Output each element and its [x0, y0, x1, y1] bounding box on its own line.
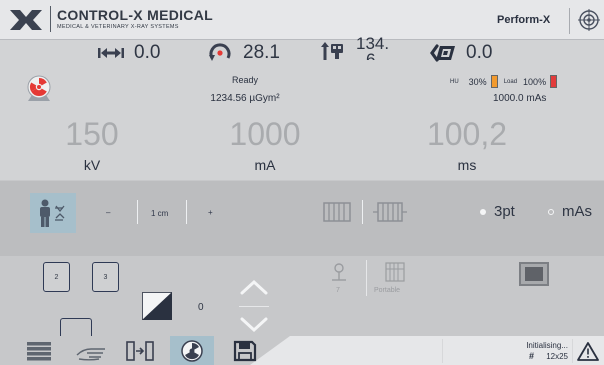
tilt-value: 0.0 — [466, 42, 493, 63]
grid-size: 12x25 — [546, 352, 568, 361]
status-separator — [442, 339, 443, 363]
mode-3pt-label: 3pt — [494, 203, 515, 220]
step-minus-button[interactable]: – — [106, 208, 110, 217]
tube-load-indicator: HU 30% Load 100% — [450, 75, 563, 88]
load-bar — [550, 75, 558, 88]
mode-mas-radio[interactable]: mAs — [548, 203, 592, 220]
ms-unit: ms — [457, 157, 477, 173]
width-arrows-icon — [96, 42, 126, 64]
kv-unit: kV — [83, 157, 101, 173]
move-to-detector-icon[interactable] — [124, 340, 156, 362]
step-plus-button[interactable]: + — [208, 208, 213, 217]
target-icon[interactable] — [578, 9, 600, 31]
menu-icon[interactable] — [24, 340, 54, 362]
ma-unit: mA — [254, 157, 276, 173]
kv-value[interactable]: 150 — [17, 116, 167, 153]
ready-status: Ready — [231, 75, 258, 85]
rotation-readout: 28.1 — [205, 42, 280, 64]
rotation-value: 28.1 — [243, 42, 280, 63]
header-separator — [569, 8, 570, 34]
patient-position-button[interactable] — [30, 193, 76, 233]
cassette-3-button[interactable]: 3 — [92, 262, 119, 292]
product-name: Perform-X — [497, 14, 551, 26]
height-readout — [318, 40, 348, 62]
portable-icon[interactable] — [382, 262, 408, 282]
hu-bar — [490, 75, 498, 88]
tilt-readout: 0.0 — [428, 42, 492, 64]
logo-mark-icon — [10, 10, 42, 30]
collimator-button[interactable] — [519, 262, 549, 286]
step-size[interactable]: 1 cm — [151, 209, 168, 218]
density-icon[interactable] — [142, 292, 172, 320]
detector-number: 7 — [336, 287, 340, 294]
grid-icon[interactable] — [323, 202, 351, 222]
tilt-icon — [428, 42, 458, 64]
cassette-2-button[interactable]: 2 — [43, 262, 70, 292]
patient-icon — [40, 199, 65, 227]
stepper-separator — [137, 200, 138, 224]
load-label: Load — [503, 78, 518, 85]
radio-unselected-dot — [548, 208, 554, 215]
grid-separator — [362, 200, 363, 224]
density-value: 0 — [198, 302, 204, 313]
brand-subtitle: MEDICAL & VETERINARY X-RAY SYSTEMS — [57, 24, 179, 30]
logo-separator — [50, 6, 51, 32]
ms-value[interactable]: 100,2 — [392, 116, 542, 153]
width-value: 0.0 — [134, 42, 161, 63]
grid-move-icon[interactable] — [372, 200, 408, 224]
portable-label: Portable — [374, 287, 401, 294]
cassette-bottom-button[interactable] — [60, 318, 92, 336]
chevron-up-icon[interactable] — [238, 278, 270, 298]
status-separator — [572, 339, 573, 363]
init-status: Initialising... — [526, 341, 568, 350]
stepper-separator — [186, 200, 187, 224]
warning-icon[interactable] — [577, 341, 599, 361]
save-icon[interactable] — [230, 340, 260, 362]
chevron-divider — [239, 306, 269, 307]
hu-label: HU — [450, 78, 459, 85]
chevron-down-icon[interactable] — [238, 314, 270, 334]
mas-total: 1000.0 mAs — [493, 93, 547, 104]
mode-3pt-radio[interactable]: 3pt — [480, 203, 515, 220]
ma-value[interactable]: 1000 — [190, 116, 340, 153]
hand-icon[interactable] — [74, 340, 110, 362]
mode-mas-label: mAs — [562, 203, 592, 220]
detector-separator — [366, 260, 367, 296]
hu-value: 30% — [468, 76, 487, 87]
width-readout: 0.0 — [96, 42, 160, 64]
header: CONTROL-X MEDICAL MEDICAL & VETERINARY X… — [0, 0, 604, 40]
radio-selected-dot — [480, 208, 486, 215]
load-value: 100% — [523, 76, 547, 87]
height-arrows-icon — [318, 40, 348, 62]
height-value-line2: 6 — [366, 50, 376, 60]
radiation-tab-icon[interactable] — [178, 340, 206, 362]
dose-readout: 1234.56 µGym² — [210, 93, 280, 104]
rotation-icon — [205, 42, 235, 64]
brand-name: CONTROL-X MEDICAL — [57, 7, 213, 23]
